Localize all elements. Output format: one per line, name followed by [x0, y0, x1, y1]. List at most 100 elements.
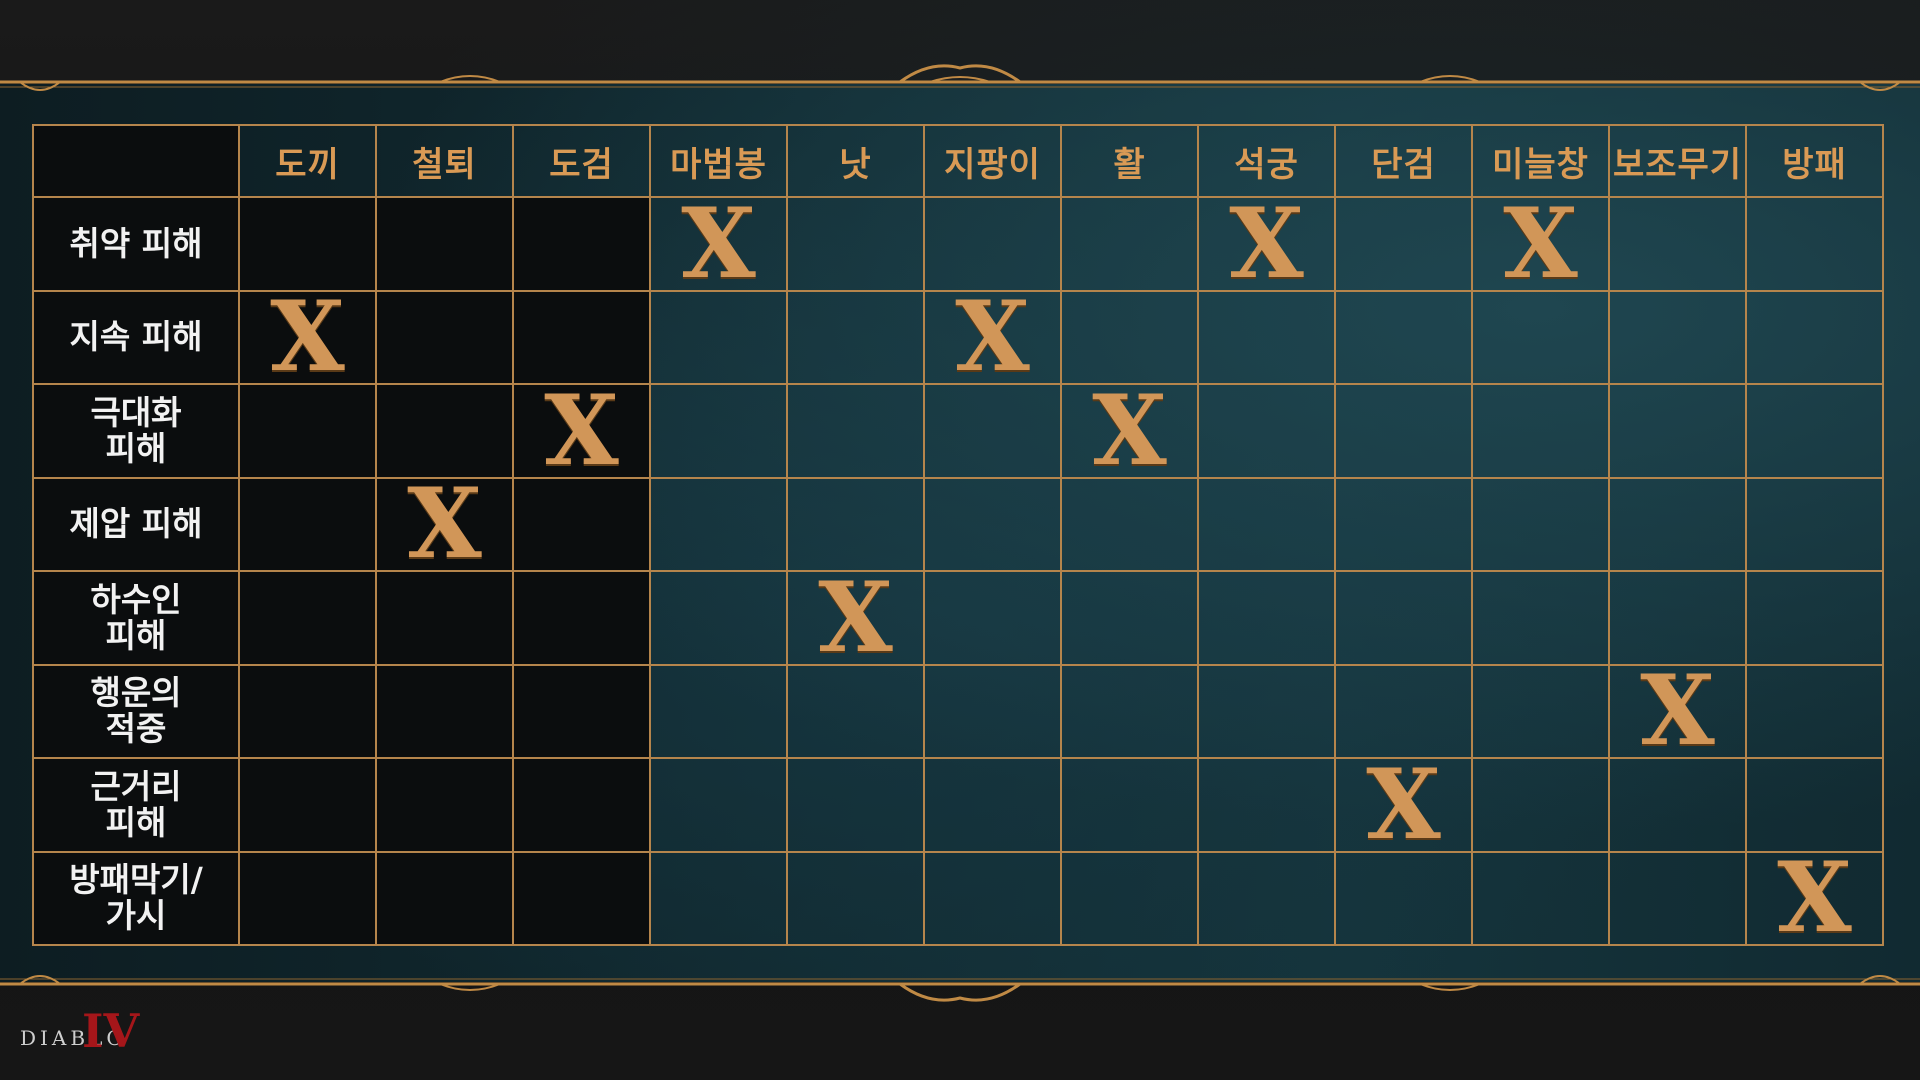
table-cell	[375, 383, 514, 479]
row-header: 근거리 피해	[32, 757, 240, 853]
table-cell: X	[1334, 747, 1473, 861]
table-cell	[1608, 570, 1747, 666]
table-cell	[1608, 476, 1747, 572]
column-header: 활	[1060, 124, 1199, 198]
table-cell: X	[1197, 186, 1336, 300]
table-cell: X	[1471, 186, 1610, 300]
table-cell	[786, 196, 925, 292]
diablo-logo: DIABLO IV	[20, 1004, 180, 1068]
table-cell	[375, 663, 514, 759]
table-cell	[238, 850, 377, 946]
table-cell	[649, 663, 788, 759]
table-row: 취약 피해 X X X	[32, 186, 1884, 300]
table-cell	[649, 757, 788, 853]
table-cell	[923, 476, 1062, 572]
table-cell	[1471, 757, 1610, 853]
table-cell	[1060, 757, 1199, 853]
column-header: 지팡이	[923, 124, 1062, 198]
column-header: 보조무기	[1608, 124, 1747, 198]
table-cell	[1608, 850, 1747, 946]
table-cell	[1060, 196, 1199, 292]
table-cell	[649, 383, 788, 479]
table-cell	[923, 196, 1062, 292]
table-body: 취약 피해 X X X 지속 피해 X X 극대화 피해 X X 제압 피해 X 하수인 피해 X 행운의 …	[32, 186, 1884, 946]
table-cell	[923, 570, 1062, 666]
table-cell	[1471, 850, 1610, 946]
table-cell	[1745, 289, 1884, 385]
table-row: 행운의 적중 X	[32, 654, 1884, 768]
table-cell	[512, 850, 651, 946]
column-header: 철퇴	[375, 124, 514, 198]
x-mark: X	[270, 280, 345, 394]
table-cell	[375, 757, 514, 853]
table-cell	[1060, 289, 1199, 385]
table-cell	[786, 289, 925, 385]
table-cell	[923, 383, 1062, 479]
table-cell	[512, 663, 651, 759]
table-cell	[1471, 383, 1610, 479]
table-cell	[1060, 663, 1199, 759]
table-cell: X	[512, 373, 651, 487]
table-cell	[1197, 850, 1336, 946]
table-cell	[923, 663, 1062, 759]
table-cell	[375, 196, 514, 292]
table-cell	[923, 850, 1062, 946]
table-cell: X	[375, 476, 514, 572]
top-border-ornament	[0, 64, 1920, 91]
x-mark: X	[544, 373, 619, 487]
x-mark: X	[1366, 747, 1441, 861]
x-mark: X	[1229, 186, 1304, 300]
row-header: 제압 피해	[32, 476, 240, 572]
table-cell	[1745, 476, 1884, 572]
column-header: 단검	[1334, 124, 1473, 198]
table-cell	[1745, 196, 1884, 292]
row-header: 지속 피해	[32, 289, 240, 385]
table-cell	[375, 289, 514, 385]
table-cell	[1197, 476, 1336, 572]
table-row: 방패막기/ 가시 X	[32, 850, 1884, 946]
table-cell	[1334, 383, 1473, 479]
table-cell	[1471, 476, 1610, 572]
x-mark: X	[1640, 654, 1715, 768]
table-cell	[238, 383, 377, 479]
table-cell	[512, 196, 651, 292]
table-cell	[1471, 289, 1610, 385]
row-header: 극대화 피해	[32, 383, 240, 479]
table-cell: X	[1608, 654, 1747, 768]
table-cell	[512, 476, 651, 572]
table-cell	[1471, 570, 1610, 666]
table-cell	[786, 757, 925, 853]
table-cell: X	[649, 195, 788, 292]
x-mark: X	[1503, 186, 1578, 300]
table-cell: X	[923, 280, 1062, 394]
table-cell	[1197, 383, 1336, 479]
table-cell	[1745, 757, 1884, 853]
table-cell	[1060, 850, 1199, 946]
table-cell	[649, 476, 788, 572]
table-cell	[1334, 289, 1473, 385]
table-row: 제압 피해 X	[32, 476, 1884, 572]
table-cell	[1334, 570, 1473, 666]
table-cell	[1197, 570, 1336, 666]
table-cell	[1334, 476, 1473, 572]
table-cell	[1608, 383, 1747, 479]
table-cell	[1745, 383, 1884, 479]
table-cell: X	[786, 569, 925, 666]
table-cell	[1608, 289, 1747, 385]
table-cell	[786, 383, 925, 479]
table-cell	[1197, 663, 1336, 759]
table-cell	[238, 196, 377, 292]
table-row: 지속 피해 X X	[32, 280, 1884, 394]
table-cell	[1745, 663, 1884, 759]
table-row: 근거리 피해 X	[32, 747, 1884, 861]
row-header: 방패막기/ 가시	[32, 850, 240, 946]
table-cell	[1197, 289, 1336, 385]
table-cell	[786, 663, 925, 759]
table-row: 극대화 피해 X X	[32, 373, 1884, 487]
x-mark: X	[955, 280, 1030, 394]
column-header-row: 도끼 철퇴 도검 마법봉 낫 지팡이 활 석궁 단검 미늘창 보조무기 방패	[32, 124, 1884, 198]
table-cell	[1334, 850, 1473, 946]
table-cell	[786, 850, 925, 946]
x-mark: X	[1092, 373, 1167, 487]
bottom-border-ornament	[0, 975, 1920, 1002]
